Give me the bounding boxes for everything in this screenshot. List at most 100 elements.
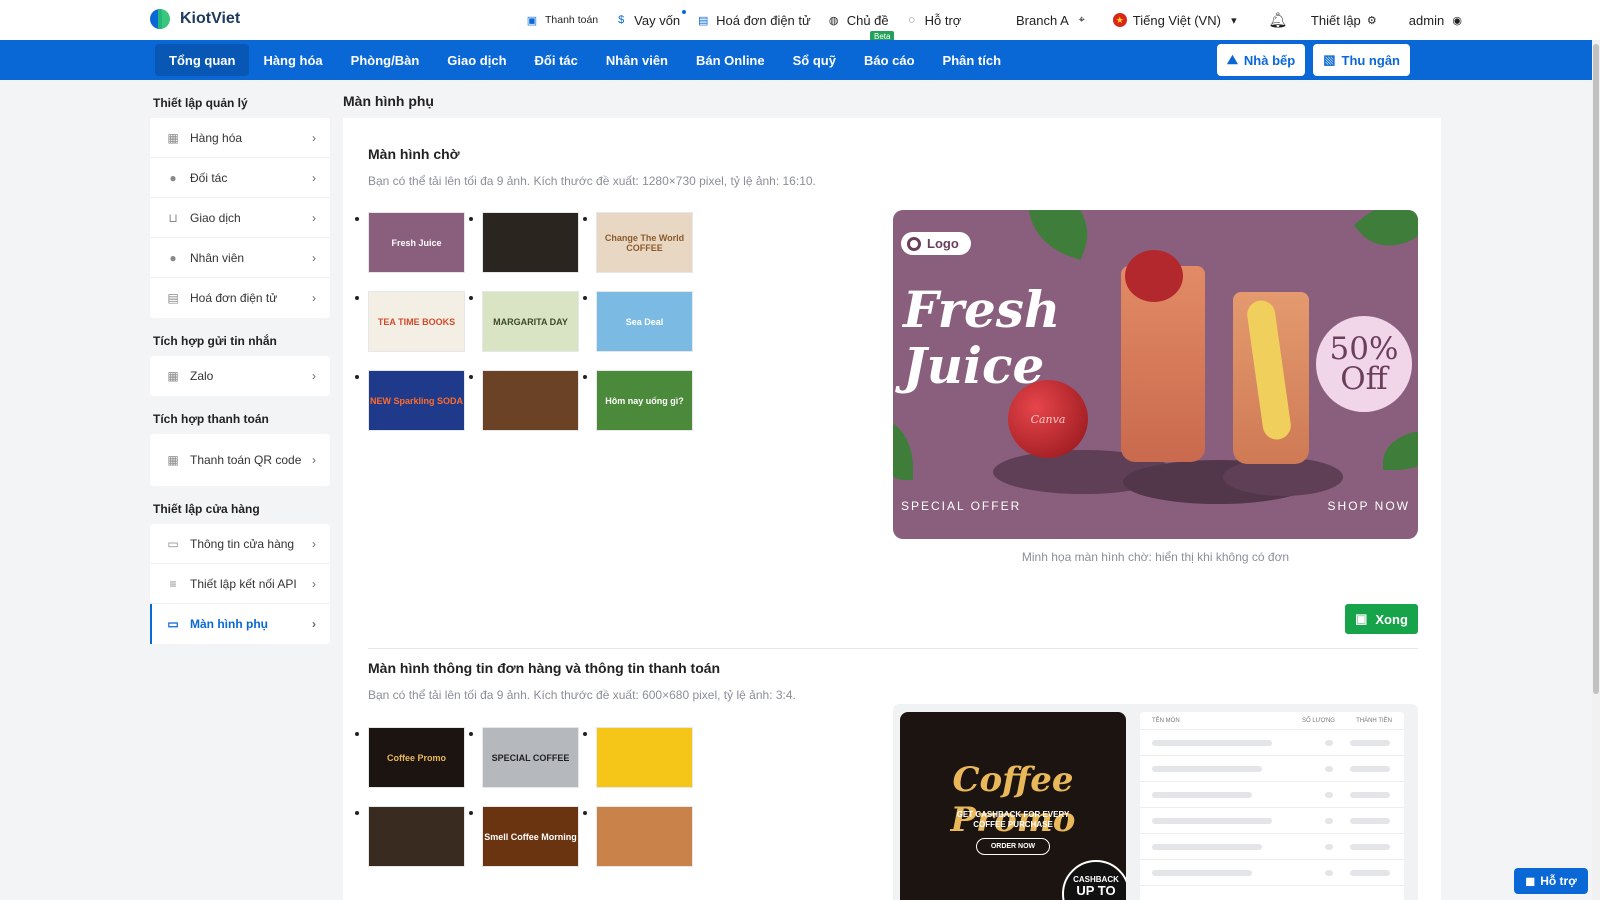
chevron-right-icon: › [312, 130, 316, 145]
done-button[interactable]: ▣ Xong [1345, 604, 1418, 634]
thumbnail-item[interactable]: TEA TIME BOOKS [353, 291, 467, 352]
placeholder-bar [1325, 844, 1333, 850]
order-table-rows [1140, 730, 1404, 886]
topnav-support[interactable]: ◌ Hỗ trợ [905, 13, 961, 28]
thumbnail-item[interactable]: MARGARITA DAY [467, 291, 581, 352]
palette-icon: ◍ [828, 14, 839, 27]
scrollbar-thumb[interactable] [1593, 44, 1599, 694]
apple-label: Canva [1030, 412, 1066, 426]
thumbnail-image: MARGARITA DAY [482, 291, 579, 352]
placeholder-bar [1152, 740, 1272, 746]
placeholder-bar [1152, 766, 1262, 772]
tab-4[interactable]: Đối tác [521, 44, 592, 76]
chevron-right-icon: › [312, 170, 316, 185]
gear-icon: ⚙ [1366, 14, 1377, 27]
standby-preview: Canva Logo Fresh Juice 50% Off SPECIAL O… [893, 210, 1418, 539]
thumbnail-item[interactable]: SPECIAL COFFEE [467, 727, 581, 788]
settings-menu[interactable]: Thiết lập ⚙ [1311, 13, 1379, 28]
thumbnail-item[interactable]: Coffee Promo [353, 727, 467, 788]
sidebar-item[interactable]: ≡ Thiết lập kết nối API › [150, 564, 330, 604]
tab-9[interactable]: Phân tích [929, 44, 1016, 76]
tab-0[interactable]: Tổng quan [155, 44, 250, 76]
standby-desc: Bạn có thể tải lên tối đa 9 ảnh. Kích th… [368, 174, 816, 188]
apple-top [1125, 250, 1183, 302]
preview-title-line1: Fresh [903, 280, 1061, 339]
cart-icon: ⊔ [168, 210, 178, 225]
help-button[interactable]: ◼ Hỗ trợ [1514, 868, 1588, 894]
thumbnail-image: Fresh Juice [368, 212, 465, 273]
thumbnail-image [482, 212, 579, 273]
branch-selector[interactable]: Branch A ⌖ [1016, 13, 1089, 28]
sidebar-item[interactable]: ▤ Hoá đơn điện tử › [150, 278, 330, 318]
bullet [583, 811, 587, 815]
bullet [583, 375, 587, 379]
tab-5[interactable]: Nhân viên [592, 44, 682, 76]
thumbnail-item[interactable] [467, 212, 581, 273]
placeholder-bar [1350, 792, 1390, 798]
thumbnail-item[interactable]: Smell Coffee Morning [467, 806, 581, 867]
thumbnail-image [482, 370, 579, 431]
preview-logo: Logo [901, 232, 971, 255]
person-icon: ● [169, 170, 177, 185]
sidebar-item-label: Đối tác [190, 170, 228, 185]
topnav-loan-label: Vay vốn [634, 12, 681, 28]
thumbnail-item[interactable] [467, 370, 581, 431]
topnav-loan[interactable]: $ Vay vốn [614, 9, 687, 28]
thumbnail-item[interactable]: Change The World COFFEE [581, 212, 695, 273]
thumbnail-item[interactable]: Hôm nay uống gì? [581, 370, 695, 431]
sidebar-item[interactable]: ▦ Hàng hóa › [150, 118, 330, 158]
sidebar-section-title: Tích hợp thanh toán [153, 412, 269, 426]
section-divider [368, 648, 1418, 649]
topnav-einvoice[interactable]: ▤ Hoá đơn điện tử [696, 13, 811, 28]
invoice-icon: ▤ [697, 14, 709, 27]
sidebar-group: ▦ Zalo › [150, 356, 330, 396]
promo-subtitle-line2: COFFEE PURCHASE [973, 820, 1053, 829]
bullet [355, 732, 359, 736]
thumbnail-image: NEW Sparkling SODA [368, 370, 465, 431]
thumbnail-item[interactable] [581, 806, 695, 867]
tab-1[interactable]: Hàng hóa [249, 44, 336, 76]
tab-8[interactable]: Báo cáo [850, 44, 929, 76]
money-bag-icon: $ [618, 14, 625, 26]
topnav-theme[interactable]: ◍ Chủ đề [827, 13, 889, 28]
thumbnail-item[interactable]: NEW Sparkling SODA [353, 370, 467, 431]
chef-hat-icon: ⛰︎ [1226, 52, 1238, 67]
tab-6[interactable]: Bán Online [682, 44, 779, 76]
sidebar-item[interactable]: ● Đối tác › [150, 158, 330, 198]
sidebar-item[interactable]: ▦ Thanh toán QR code › [150, 434, 330, 486]
leaf-decoration [1353, 210, 1418, 264]
preview-logo-label: Logo [927, 236, 959, 251]
topnav-theme-label: Chủ đề [846, 12, 889, 28]
kitchen-button[interactable]: ⛰︎ Nhà bếp [1216, 44, 1306, 76]
preview-title: Fresh Juice [903, 282, 1060, 394]
sidebar-item[interactable]: ▭ Màn hình phụ › [150, 604, 330, 644]
leaf-decoration [1383, 430, 1418, 470]
placeholder-bar [1325, 870, 1333, 876]
standby-thumbnails: Fresh Juice Change The World COFFEE TEA TI… [353, 212, 695, 431]
thumbnail-item[interactable] [353, 806, 467, 867]
promo-order-now: ORDER NOW [976, 838, 1050, 855]
sliders-icon: ≡ [169, 576, 177, 591]
thumbnail-item[interactable] [581, 727, 695, 788]
sidebar-item[interactable]: ⊔ Giao dịch › [150, 198, 330, 238]
preview-footer-right: SHOP NOW [1327, 499, 1410, 513]
topnav-payment[interactable]: ▣ Thanh toán [525, 13, 598, 27]
sidebar-item[interactable]: ▦ Zalo › [150, 356, 330, 396]
cashier-button[interactable]: ▧ Thu ngân [1313, 44, 1410, 76]
thumbnail-item[interactable]: Fresh Juice [353, 212, 467, 273]
placeholder-bar [1152, 844, 1262, 850]
tab-3[interactable]: Giao dịch [433, 44, 520, 76]
sidebar-item[interactable]: ▭ Thông tin cửa hàng › [150, 524, 330, 564]
thumbnail-item[interactable]: Sea Deal [581, 291, 695, 352]
chevron-right-icon: › [312, 210, 316, 225]
language-selector[interactable]: ★ Tiếng Việt (VN) ▾ [1112, 13, 1241, 28]
brand-logo[interactable]: KiotViet [150, 7, 240, 31]
leaf-decoration [1014, 210, 1102, 261]
user-menu[interactable]: admin ◉ [1409, 13, 1464, 28]
tab-7[interactable]: Sổ quỹ [779, 44, 850, 76]
bell-icon[interactable]: 🔔︎ [1268, 12, 1287, 29]
order-preview: Coffee Promo GET CASHBACK FOR EVERY COFF… [893, 704, 1418, 900]
tab-2[interactable]: Phòng/Bàn [337, 44, 434, 76]
table-row [1140, 860, 1404, 886]
sidebar-item[interactable]: ● Nhân viên › [150, 238, 330, 278]
